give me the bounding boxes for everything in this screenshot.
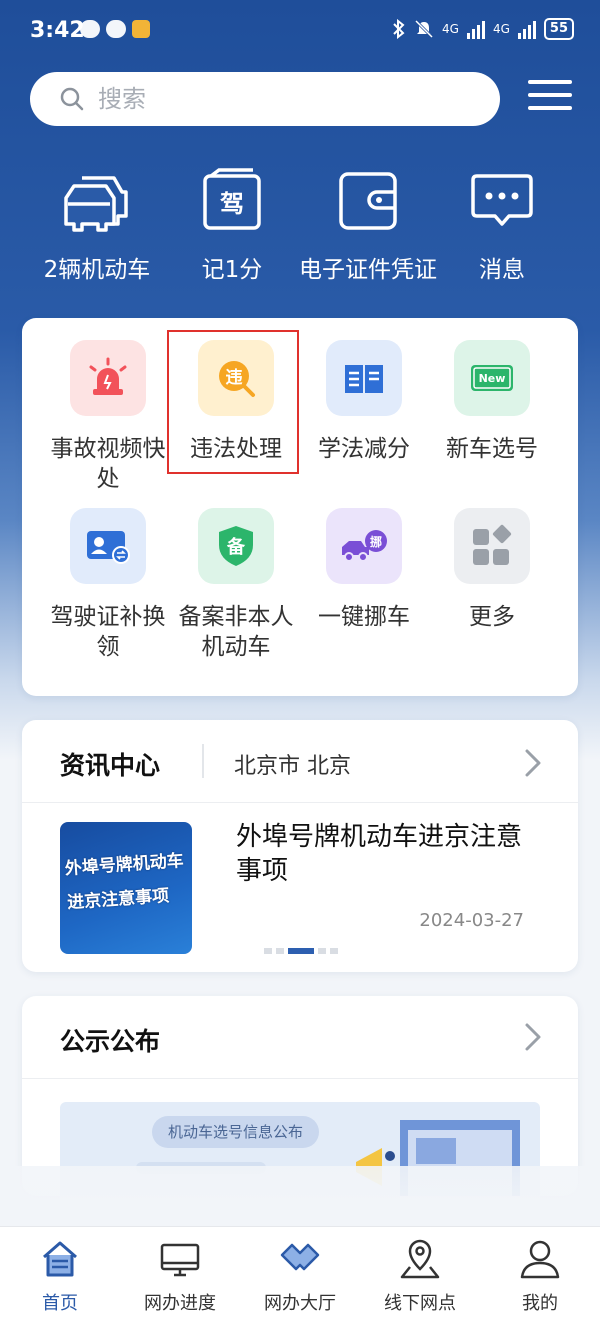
svg-text:备: 备	[226, 536, 246, 558]
news-section-title: 资讯中心	[60, 751, 161, 780]
notice-banner-pill: 机动车选号信息公布	[152, 1116, 320, 1148]
quick-access-row: 2辆机动车 驾 记1分 电子证件凭证 消息	[0, 168, 600, 288]
signal-icon-2	[517, 19, 536, 39]
hall-icon	[280, 1243, 320, 1271]
quick-vehicles[interactable]: 2辆机动车	[22, 168, 172, 284]
service-accident-video-label: 事故视频快处	[50, 436, 166, 492]
book-icon	[326, 340, 402, 416]
service-accident-video[interactable]: 事故视频快处	[44, 340, 172, 494]
chat-bubble-icon	[106, 20, 126, 38]
svg-text:挪: 挪	[370, 534, 382, 549]
services-card: 事故视频快处 违 违法处理 学法减分 New 新车选号 驾驶证补换领 备 备案非…	[22, 318, 578, 696]
quick-points[interactable]: 驾 记1分	[157, 168, 307, 284]
signal-icon	[466, 19, 485, 39]
service-new-plate[interactable]: New 新车选号	[428, 340, 556, 464]
search-icon	[60, 87, 84, 111]
quick-e-certificate[interactable]: 电子证件凭证	[293, 168, 443, 284]
search-bar[interactable]	[30, 72, 500, 126]
status-time: 3:42	[30, 18, 85, 43]
chevron-right-icon[interactable]	[522, 1022, 544, 1052]
news-item-date: 2024-03-27	[419, 910, 524, 931]
svg-text:New: New	[479, 372, 506, 385]
car-icon	[64, 176, 128, 232]
alarm-light-icon	[70, 340, 146, 416]
tab-home-label: 首页	[42, 1293, 78, 1314]
user-icon	[520, 1240, 560, 1279]
battery-icon: 55	[543, 18, 574, 40]
notification-icons	[80, 20, 150, 38]
svg-text:驾: 驾	[220, 190, 244, 218]
id-card-swap-icon	[70, 508, 146, 584]
license-icon: 驾	[203, 168, 261, 230]
service-study-reduce-points-label: 学法减分	[318, 436, 410, 462]
service-study-reduce-points[interactable]: 学法减分	[300, 340, 428, 464]
tab-progress[interactable]: 网办进度	[120, 1237, 240, 1315]
tab-hall-label: 网办大厅	[264, 1293, 336, 1314]
wechat-icon	[80, 20, 100, 38]
tab-progress-label: 网办进度	[144, 1293, 216, 1314]
news-thumbnail-text: 外埠号牌机动车进京注意事项	[64, 850, 185, 914]
bluetooth-icon	[393, 19, 405, 39]
network-type-2: 4G	[492, 22, 510, 36]
menu-button[interactable]	[528, 80, 572, 116]
content-fade	[0, 1166, 600, 1226]
search-input[interactable]	[98, 85, 478, 113]
service-license-replace[interactable]: 驾驶证补换领	[44, 508, 172, 662]
news-item-title[interactable]: 外埠号牌机动车进京注意事项	[236, 820, 536, 888]
highlight-box	[167, 330, 299, 474]
tab-mine-label: 我的	[522, 1293, 558, 1314]
monitor-icon	[160, 1243, 200, 1277]
service-register-vehicle-label: 备案非本人机动车	[178, 604, 294, 660]
quick-vehicles-label: 2辆机动车	[43, 257, 151, 283]
quick-e-certificate-label: 电子证件凭证	[299, 257, 437, 283]
mute-bell-icon	[414, 19, 434, 39]
news-divider	[202, 744, 204, 778]
service-move-car-label: 一键挪车	[318, 604, 410, 630]
new-plate-icon: New	[454, 340, 530, 416]
status-bar: 3:42 4G 4G 55	[0, 0, 600, 64]
quick-messages[interactable]: 消息	[427, 168, 577, 284]
city-selector[interactable]: 北京市 北京	[234, 748, 351, 780]
service-more[interactable]: 更多	[428, 508, 556, 632]
system-icons: 4G 4G 55	[392, 18, 574, 40]
service-new-plate-label: 新车选号	[446, 436, 538, 462]
notice-header-divider	[22, 1078, 578, 1079]
map-pin-icon	[400, 1239, 440, 1279]
tab-offline-sites-label: 线下网点	[384, 1293, 456, 1314]
chevron-right-icon[interactable]	[522, 748, 544, 778]
service-more-label: 更多	[469, 604, 515, 630]
notice-section-title: 公示公布	[60, 1027, 161, 1056]
news-header-divider	[22, 802, 578, 803]
service-license-replace-label: 驾驶证补换领	[50, 604, 166, 660]
tab-hall[interactable]: 网办大厅	[240, 1237, 360, 1315]
tab-home[interactable]: 首页	[0, 1237, 120, 1315]
tab-mine[interactable]: 我的	[480, 1237, 600, 1315]
carousel-indicator	[264, 948, 338, 954]
news-card: 资讯中心 北京市 北京 外埠号牌机动车进京注意事项 外埠号牌机动车进京注意事项 …	[22, 720, 578, 972]
notes-icon	[132, 20, 150, 38]
wallet-icon	[339, 172, 397, 230]
news-thumbnail[interactable]: 外埠号牌机动车进京注意事项	[60, 822, 192, 954]
tow-truck-icon: 挪	[326, 508, 402, 584]
service-move-car[interactable]: 挪 一键挪车	[300, 508, 428, 632]
home-icon	[43, 1241, 77, 1277]
quick-messages-label: 消息	[479, 257, 525, 283]
message-icon	[471, 174, 533, 226]
quick-points-label: 记1分	[201, 257, 263, 283]
shield-icon: 备	[198, 508, 274, 584]
network-type-1: 4G	[442, 22, 459, 36]
bottom-tab-bar: 首页 网办进度 网办大厅 线下网点 我的	[0, 1226, 600, 1324]
tab-offline-sites[interactable]: 线下网点	[360, 1237, 480, 1315]
service-register-vehicle[interactable]: 备 备案非本人机动车	[172, 508, 300, 662]
more-grid-icon	[454, 508, 530, 584]
